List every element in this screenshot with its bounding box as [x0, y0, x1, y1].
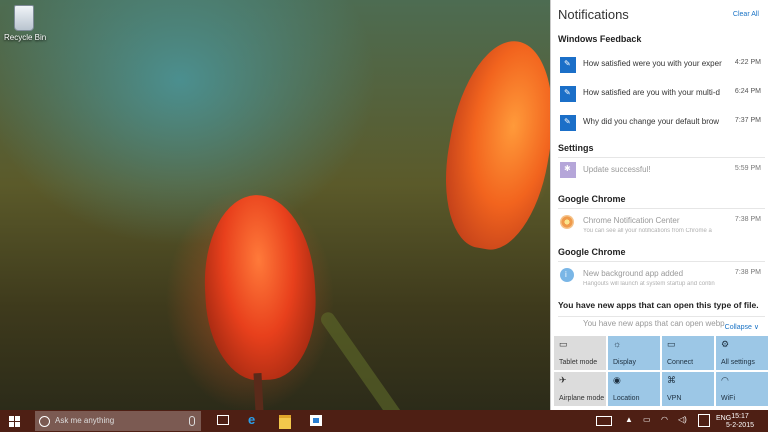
notification-item[interactable]: ✎ How satisfied are you with your multi-… — [558, 77, 765, 106]
notification-time: 7:38 PM — [734, 269, 761, 276]
notification-subtext: Hangouts will launch at system startup a… — [583, 281, 715, 287]
group-title-new-apps: You have new apps that can open this typ… — [558, 300, 759, 310]
tablet-mode-icon: ▭ — [559, 339, 568, 349]
action-center-panel: Notifications Clear All Windows Feedback… — [550, 0, 768, 410]
chrome-icon — [560, 215, 574, 229]
action-center-title: Notifications — [558, 7, 629, 22]
taskbar-app-file-explorer[interactable] — [274, 412, 296, 430]
show-hidden-icons-icon[interactable]: ▲ — [625, 415, 633, 424]
clock[interactable]: 15:17 5-2-2015 — [726, 412, 754, 430]
display-icon: ☼ — [613, 339, 622, 349]
action-center-button[interactable] — [698, 414, 710, 427]
notification-text: Update successful! — [583, 165, 651, 174]
group-title-google-chrome: Google Chrome — [558, 194, 626, 204]
cortana-icon — [39, 416, 50, 427]
notification-time: 4:22 PM — [734, 59, 761, 66]
notification-time: 7:38 PM — [734, 216, 761, 223]
quick-action-location[interactable]: ◉ Location — [608, 372, 660, 406]
group-title-google-chrome: Google Chrome — [558, 247, 626, 257]
wifi-icon: ◠ — [721, 375, 729, 385]
store-icon — [310, 415, 322, 426]
recycle-bin-icon — [14, 5, 34, 31]
quick-action-wifi[interactable]: ◠ WiFi — [716, 372, 768, 406]
feedback-app-icon: ✎ — [560, 57, 576, 73]
quick-action-airplane-mode[interactable]: ✈ Airplane mode — [554, 372, 606, 406]
vpn-icon: ⌘ — [667, 375, 676, 385]
quick-actions-grid: ▭ Tablet mode ☼ Display ▭ Connect ⚙ All … — [554, 336, 768, 408]
quick-action-tablet-mode[interactable]: ▭ Tablet mode — [554, 336, 606, 370]
system-tray: ▲ ▭ ◠ ◁) ENG 15:17 5-2-2015 — [588, 410, 768, 432]
notification-item[interactable]: ✎ Why did you change your default brow 7… — [558, 106, 765, 135]
wallpaper-tulip-left — [200, 192, 320, 410]
wallpaper-leaf — [318, 309, 416, 410]
info-icon: i — [560, 268, 574, 282]
microphone-icon[interactable] — [189, 416, 195, 426]
taskbar: Ask me anything e ▲ ▭ ◠ ◁) ENG 15:17 5-2… — [0, 410, 768, 432]
network-icon[interactable]: ◠ — [661, 415, 668, 424]
notification-item[interactable]: i New background app added Hangouts will… — [558, 261, 765, 290]
connect-icon: ▭ — [667, 339, 676, 349]
airplane-icon: ✈ — [559, 375, 567, 385]
notification-text: You have new apps that can open webp — [583, 319, 725, 328]
notification-time: 6:24 PM — [734, 88, 761, 95]
notification-item[interactable]: ✎ How satisfied were you with your exper… — [558, 48, 765, 77]
touch-keyboard-icon[interactable] — [596, 416, 612, 426]
internet-explorer-icon: e — [248, 412, 256, 427]
notification-text: How satisfied were you with your exper — [583, 59, 722, 68]
quick-action-vpn[interactable]: ⌘ VPN — [662, 372, 714, 406]
group-title-settings: Settings — [558, 143, 594, 153]
feedback-app-icon: ✎ — [560, 86, 576, 102]
recycle-bin-shortcut[interactable]: Recycle Bin — [4, 5, 47, 42]
battery-icon[interactable]: ▭ — [643, 415, 651, 424]
clock-time: 15:17 — [731, 413, 749, 420]
task-view-button[interactable] — [212, 412, 234, 430]
quick-action-all-settings[interactable]: ⚙ All settings — [716, 336, 768, 370]
wallpaper-tulip-right — [432, 32, 568, 258]
windows-logo-icon — [9, 416, 20, 427]
group-title-windows-feedback: Windows Feedback — [558, 34, 642, 44]
taskbar-app-internet-explorer[interactable]: e — [243, 412, 265, 430]
start-button[interactable] — [0, 410, 30, 432]
volume-icon[interactable]: ◁) — [678, 415, 687, 424]
quick-action-display[interactable]: ☼ Display — [608, 336, 660, 370]
quick-action-connect[interactable]: ▭ Connect — [662, 336, 714, 370]
search-placeholder: Ask me anything — [55, 416, 115, 425]
notification-time: 5:59 PM — [734, 165, 761, 172]
notification-item[interactable]: ✱ Update successful! 5:59 PM — [558, 157, 765, 184]
notification-text: New background app added — [583, 269, 684, 278]
collapse-link[interactable]: Collapse ∨ — [725, 323, 759, 331]
settings-gear-icon: ✱ — [560, 162, 576, 178]
notification-text: Why did you change your default brow — [583, 117, 720, 126]
recycle-bin-label: Recycle Bin — [4, 33, 47, 42]
search-box[interactable]: Ask me anything — [35, 411, 201, 431]
notification-text: How satisfied are you with your multi-d — [583, 88, 720, 97]
file-explorer-icon — [279, 415, 291, 429]
notification-item[interactable]: Chrome Notification Center You can see a… — [558, 208, 765, 237]
task-view-icon — [217, 415, 229, 425]
notification-time: 7:37 PM — [734, 117, 761, 124]
settings-icon: ⚙ — [721, 339, 730, 349]
feedback-app-icon: ✎ — [560, 115, 576, 131]
clear-all-link[interactable]: Clear All — [733, 11, 759, 18]
notification-subtext: You can see all your notifications from … — [583, 228, 712, 234]
notification-text: Chrome Notification Center — [583, 216, 680, 225]
taskbar-app-store[interactable] — [305, 412, 327, 430]
location-icon: ◉ — [613, 375, 621, 385]
clock-date: 5-2-2015 — [725, 422, 754, 429]
